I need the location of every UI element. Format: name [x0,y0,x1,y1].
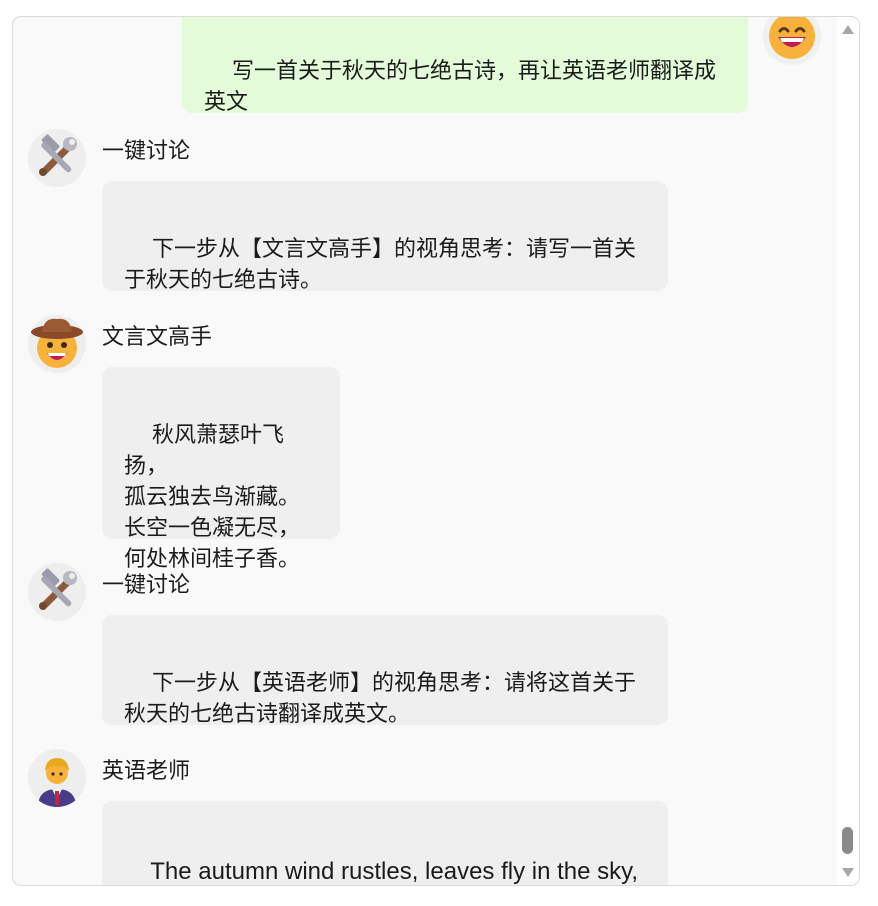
bot-message-bubble: The autumn wind rustles, leaves fly in t… [102,801,668,885]
cowboy-hat-face-icon [31,318,83,368]
user-avatar [763,17,821,65]
bot-avatar [28,563,86,621]
sender-name: 英语老师 [102,759,191,784]
bot-message-text: 下一步从【英语老师】的视角思考：请将这首关于秋天的七绝古诗翻译成英文。 [124,671,636,727]
scroll-thumb[interactable] [842,827,853,854]
bot-message-bubble: 秋风萧瑟叶飞扬， 孤云独去鸟渐藏。 长空一色凝无尽， 何处林间桂子香。 [102,367,340,572]
sender-name: 一键讨论 [102,573,191,598]
user-message-bubble: 写一首关于秋天的七绝古诗，再让英语老师翻译成英文 [182,17,748,115]
hammer-and-wrench-icon [39,568,77,610]
bot-message-text: 秋风萧瑟叶飞扬， 孤云独去鸟渐藏。 长空一色凝无尽， 何处林间桂子香。 [124,423,301,572]
bot-avatar [28,749,86,807]
bot-message-bubble: 下一步从【英语老师】的视角思考：请将这首关于秋天的七绝古诗翻译成英文。 [102,615,668,727]
user-message-text: 写一首关于秋天的七绝古诗，再让英语老师翻译成英文 [204,59,716,115]
sender-name: 一键讨论 [102,139,191,164]
bot-avatar [28,129,86,187]
bot-avatar [28,315,86,373]
bot-message-text: The autumn wind rustles, leaves fly in t… [150,858,639,885]
grinning-face-icon [769,17,815,59]
sender-name: 文言文高手 [102,325,213,350]
vertical-scrollbar[interactable] [837,17,859,885]
scroll-down-arrow-icon[interactable] [842,868,854,877]
bot-message-bubble: 下一步从【文言文高手】的视角思考：请写一首关于秋天的七绝古诗。 [102,181,668,293]
scroll-up-arrow-icon[interactable] [842,25,854,34]
hammer-and-wrench-icon [39,134,77,176]
chat-window: 写一首关于秋天的七绝古诗，再让英语老师翻译成英文 一键讨论 下一步从【文言文高手… [12,16,860,886]
bot-message-text: 下一步从【文言文高手】的视角思考：请写一首关于秋天的七绝古诗。 [124,237,636,293]
teacher-person-icon [38,758,76,807]
